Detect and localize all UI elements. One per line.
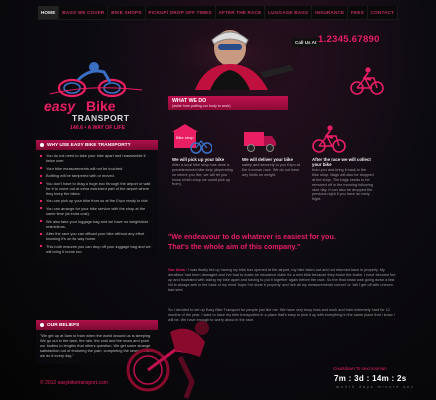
aims-text: I was finally fed up having my bike box … [168,268,396,292]
copyright: © 2012 easybiketransport.com [40,380,108,386]
step-body: safely and securely to you Expo at the I… [242,163,300,177]
step-heading: We will pick up your bike [172,157,225,162]
list-item: You can pick up your bike from us at the… [40,198,154,203]
aims-paragraph: Our Aims : I was finally fed up having m… [168,268,396,293]
list-item: Bottling will be tampered with or moved. [40,173,154,178]
list-item: This both ensures you can drop off your … [40,244,154,254]
list-item: You do not need to take your bike apart … [40,153,154,163]
step-deliver: We will deliver your bike safely and sec… [242,124,304,178]
logo-word-transport: TRANSPORT [72,113,130,123]
step-body: from you and bring it back to the bike s… [312,168,374,202]
what-we-do-subtitle: (aside from putting our body to work) [172,104,231,108]
bottom-cyclist-image [126,321,209,399]
why-use-title: WHY USE EASY BIKE TRANSPORT? [47,142,131,148]
why-use-list: You do not need to take your bike apart … [36,150,158,260]
step-body: After a local bike shop has done a prede… [172,163,233,187]
nav-pickup-times[interactable]: PICKUP/ DROP OFF TIMES [146,6,216,19]
tagline-line1: "We endeavour to do whatever is easiest … [168,232,336,241]
nav-home[interactable]: HOME [38,6,60,19]
bike-shop-icon: Bike shop [172,124,213,154]
list-item: We also take your luggage bag and we hav… [40,219,154,229]
nav-luggage-bags[interactable]: LUGGAGE BAGS [265,6,313,19]
nav-bike-shops[interactable]: BIKE SHOPS [108,6,146,19]
bullet-icon [40,143,44,147]
hero-cyclist-image [160,20,300,90]
why-use-header: WHY USE EASY BIKE TRANSPORT? [36,140,158,150]
call-us-label: Call Us At [292,38,320,47]
steps: Bike shop We will pick up your bike Afte… [172,124,402,208]
bullet-icon [40,323,44,327]
logo[interactable]: easy Bike TRANSPORT 140.6 • A WAY OF LIF… [30,58,150,133]
logo-cyclist-icon [49,62,143,98]
bike-shop-icon-label: Bike shop [176,135,194,140]
why-use-box: WHY USE EASY BIKE TRANSPORT? You do not … [36,140,158,260]
van-icon [244,132,276,152]
pink-cyclist-icon [350,67,384,95]
aims-label: Our Aims : [168,268,188,272]
phone-number[interactable]: 1.2345.67890 [318,34,380,45]
nav-bags-we-cover[interactable]: BAGS WE COVER [59,6,109,19]
what-we-do-header: WHAT WE DO (aside from putting our body … [168,96,288,110]
step-heading: After the race we will collect your bike [312,157,371,168]
tagline-line2: That's the whole aim of this company." [168,242,301,251]
countdown-label: Countdown To next Ironman [333,366,387,371]
list-item: You can arrange for your bike service wi… [40,206,154,216]
nav-insurance[interactable]: INSURANCE [312,6,349,19]
step-collect: After the race we will collect your bike… [312,124,374,202]
beliefs-title: OUR BELIEFS [47,322,80,328]
list-item: Your bike measurements will not be touch… [40,166,154,171]
main-nav: HOME BAGS WE COVER BIKE SHOPS PICKUP/ DR… [38,6,399,20]
list-item: You don't have to drag a huge box throug… [40,181,154,196]
step-heading: We will deliver your bike [242,157,293,162]
nav-after-race[interactable]: AFTER THE RACE [216,6,266,19]
nav-contact[interactable]: CONTACT [368,6,399,19]
logo-word-bike: Bike [86,98,116,114]
page: HOME BAGS WE COVER BIKE SHOPS PICKUP/ DR… [0,0,436,400]
logo-tagline: 140.6 • A WAY OF LIFE [70,125,126,131]
list-item: After the race you can offload your bike… [40,231,154,241]
nav-fees[interactable]: FEES [348,6,368,19]
step-pickup: Bike shop We will pick up your bike Afte… [172,124,234,187]
logo-word-easy: easy [44,98,76,114]
countdown-timer: 7m : 3d : 14m : 2s [334,374,407,383]
cyclist-icon [312,125,346,153]
countdown-units: month days minute sec [336,385,415,389]
